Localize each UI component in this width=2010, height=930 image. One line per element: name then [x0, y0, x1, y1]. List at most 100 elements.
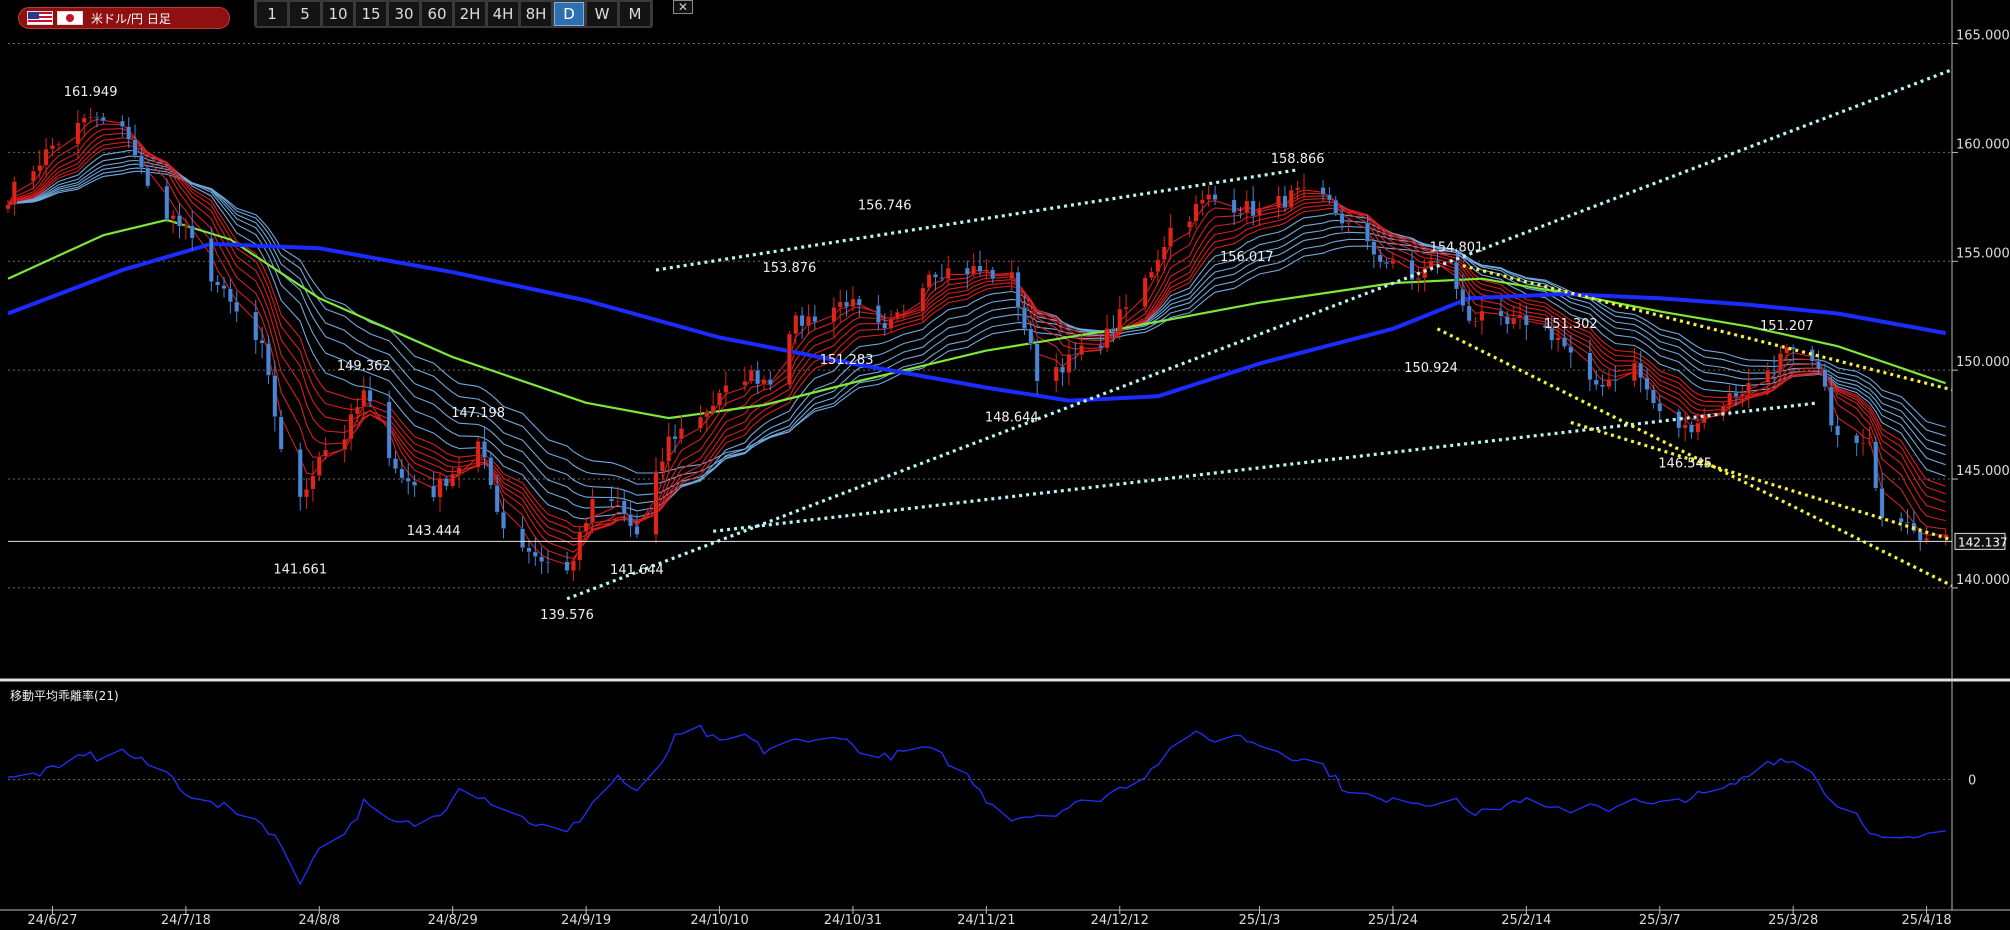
candle-body[interactable] [259, 339, 265, 344]
candle-body[interactable] [310, 475, 316, 490]
candle-body[interactable] [81, 117, 87, 123]
candle-body[interactable] [1231, 199, 1237, 214]
candle-body[interactable] [1650, 389, 1656, 404]
candle-body[interactable] [1053, 366, 1059, 382]
trendline-yellow[interactable] [1570, 420, 1953, 542]
candle-body[interactable] [1346, 222, 1351, 224]
candle-body[interactable] [443, 477, 449, 487]
candle-body[interactable] [1866, 441, 1872, 444]
candle-body[interactable] [939, 277, 945, 279]
candle-body[interactable] [75, 122, 81, 145]
candle-body[interactable] [1778, 353, 1783, 372]
timeframe-button-1[interactable]: 1 [257, 2, 287, 26]
candle-body[interactable] [1193, 203, 1199, 222]
candle-body[interactable] [1854, 435, 1860, 444]
candle-body[interactable] [1587, 352, 1593, 381]
candle-body[interactable] [126, 126, 132, 140]
candle-body[interactable] [297, 449, 303, 498]
candle-body[interactable] [1765, 370, 1771, 383]
candle-body[interactable] [1689, 424, 1694, 433]
candle-body[interactable] [1104, 328, 1110, 349]
candle-body[interactable] [488, 457, 494, 486]
candle-body[interactable] [1250, 200, 1256, 217]
candle-body[interactable] [850, 298, 856, 307]
candle-body[interactable] [1434, 260, 1440, 263]
candle-body[interactable] [43, 148, 49, 166]
candle-body[interactable] [501, 511, 506, 529]
candle-body[interactable] [1015, 271, 1021, 308]
candle-body[interactable] [723, 385, 729, 393]
candle-body[interactable] [901, 311, 907, 313]
timeframe-button-10[interactable]: 10 [323, 2, 353, 26]
candle-body[interactable] [1072, 354, 1078, 356]
candle-body[interactable] [1638, 362, 1644, 379]
candle-body[interactable] [1523, 314, 1529, 326]
candle-body[interactable] [1479, 310, 1485, 322]
candle-body[interactable] [145, 167, 151, 187]
candle-body[interactable] [793, 315, 799, 335]
candle-body[interactable] [1631, 362, 1637, 382]
candle-body[interactable] [628, 514, 634, 527]
candle-body[interactable] [354, 406, 360, 415]
candle-body[interactable] [1657, 403, 1663, 412]
candle-body[interactable] [1060, 366, 1066, 373]
candle-body[interactable] [348, 413, 354, 440]
candle-body[interactable] [1110, 328, 1116, 332]
candle-body[interactable] [653, 471, 659, 535]
candle-body[interactable] [412, 481, 418, 486]
candle-body[interactable] [304, 489, 310, 498]
candle-body[interactable] [545, 561, 551, 563]
candle-body[interactable] [119, 120, 125, 127]
candle-body[interactable] [1066, 354, 1072, 373]
candle-body[interactable] [100, 117, 106, 122]
candle-body[interactable] [1428, 260, 1434, 269]
candle-body[interactable] [761, 379, 767, 385]
candle-body[interactable] [812, 315, 818, 323]
candle-body[interactable] [710, 405, 716, 413]
candle-body[interactable] [386, 401, 392, 459]
candle-body[interactable] [1828, 386, 1834, 426]
candle-body[interactable] [221, 285, 227, 289]
candle-body[interactable] [170, 215, 176, 220]
timeframe-button-daily[interactable]: D [554, 2, 584, 26]
candle-body[interactable] [666, 436, 672, 462]
candle-body[interactable] [431, 485, 437, 498]
candle-body[interactable] [1149, 271, 1154, 278]
candle-body[interactable] [971, 265, 977, 275]
candle-body[interactable] [742, 381, 748, 386]
candle-body[interactable] [698, 416, 703, 429]
candle-body[interactable] [272, 375, 278, 417]
candle-body[interactable] [215, 281, 221, 286]
candle-body[interactable] [1606, 378, 1612, 388]
candle-body[interactable] [1555, 337, 1561, 341]
candle-body[interactable] [1568, 346, 1574, 354]
candle-body[interactable] [755, 369, 761, 385]
candle-body[interactable] [1390, 259, 1396, 265]
timeframe-button-4h[interactable]: 4H [488, 2, 518, 26]
candle-body[interactable] [1276, 195, 1282, 209]
candle-body[interactable] [1822, 368, 1828, 388]
candle-body[interactable] [456, 467, 462, 475]
candle-body[interactable] [399, 468, 405, 479]
candle-body[interactable] [1295, 187, 1301, 191]
candle-body[interactable] [1727, 392, 1733, 407]
chart-canvas[interactable]: 165.000 160.000 155.000 150.000 145.000 140.0… [0, 0, 2010, 928]
candle-body[interactable] [5, 204, 11, 210]
candle-body[interactable] [1123, 306, 1129, 310]
candle-body[interactable] [1022, 307, 1027, 330]
close-icon[interactable]: ✕ [673, 0, 693, 14]
candle-body[interactable] [1244, 200, 1250, 214]
candle-body[interactable] [1365, 222, 1370, 242]
candle-body[interactable] [1504, 315, 1510, 325]
candle-body[interactable] [342, 438, 348, 450]
candle-body[interactable] [933, 274, 938, 278]
candle-body[interactable] [1117, 308, 1123, 332]
candle-body[interactable] [920, 287, 926, 312]
candle-body[interactable] [1339, 213, 1345, 224]
candle-body[interactable] [183, 225, 189, 227]
candle-body[interactable] [227, 288, 233, 303]
candle-body[interactable] [539, 556, 545, 562]
candle-body[interactable] [1562, 337, 1567, 347]
candle-body[interactable] [983, 269, 989, 272]
candle-body[interactable] [1905, 522, 1910, 524]
